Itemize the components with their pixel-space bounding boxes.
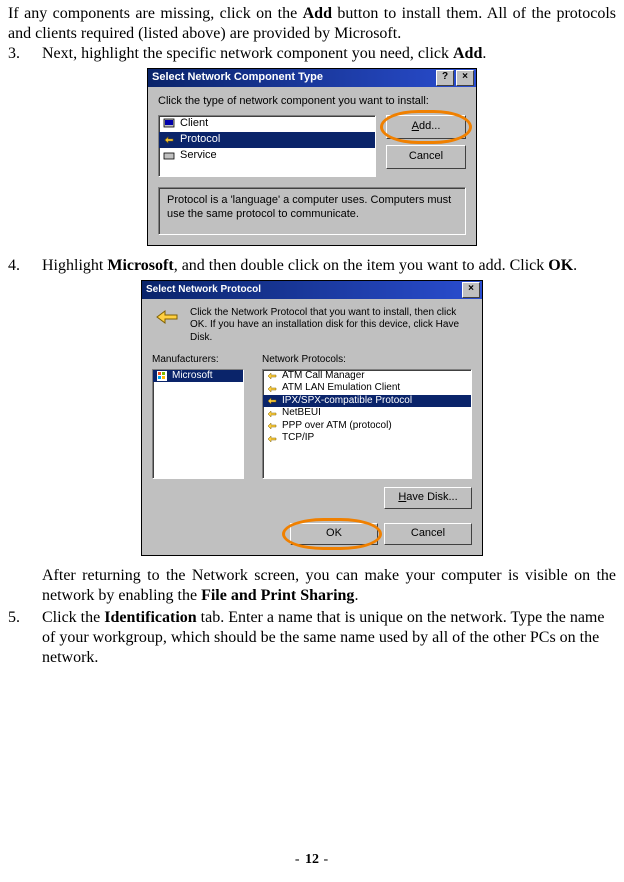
list-item-microsoft[interactable]: Microsoft [153,370,243,383]
list-item-label: ATM Call Manager [282,370,365,383]
close-button[interactable]: × [456,70,474,86]
figure-1: Select Network Component Type ? × Click … [8,68,616,246]
list-item-service-label: Service [180,149,217,163]
protocol-icon [266,433,278,445]
step-4-number: 4. [8,256,42,276]
step-4: 4. Highlight Microsoft, and then double … [8,256,616,276]
protocols-listbox[interactable]: ATM Call Manager ATM LAN Emulation Clien… [262,369,472,479]
list-item-label: ATM LAN Emulation Client [282,382,400,395]
protocol-icon [162,133,176,147]
list-item[interactable]: NetBEUI [263,407,471,420]
list-item-label: IPX/SPX-compatible Protocol [282,395,412,408]
dialog1-title: Select Network Component Type [152,71,434,85]
dialog2-titlebar[interactable]: Select Network Protocol × [142,281,482,299]
cancel-button[interactable]: Cancel [386,145,466,169]
after-text-b: . [354,587,358,604]
list-item-client[interactable]: Client [159,116,375,132]
step-3: 3. Next, highlight the specific network … [8,44,616,64]
add-button[interactable]: Add... [386,115,466,139]
protocol-icon [266,370,278,382]
manufacturers-listbox[interactable]: Microsoft [152,369,244,479]
step-4-text-b: , and then double click on the item you … [174,257,549,274]
figure-2: Select Network Protocol × Click the Netw… [8,280,616,556]
protocols-label: Network Protocols: [262,354,472,367]
dialog-select-network-protocol: Select Network Protocol × Click the Netw… [141,280,483,556]
step-4-text-a: Highlight [42,257,107,274]
list-item[interactable]: ATM Call Manager [263,370,471,383]
step-3-text-a: Next, highlight the specific network com… [42,45,453,62]
page-number-value: 12 [305,852,319,867]
list-item-label: PPP over ATM (protocol) [282,420,392,433]
step-4-ms-bold: Microsoft [107,257,173,274]
dialog1-description: Protocol is a 'language' a computer uses… [158,187,466,235]
service-icon [162,149,176,163]
protocol-icon [266,408,278,420]
dialog1-instruction: Click the type of network component you … [158,95,466,109]
page-dash-r: - [319,852,329,867]
step-5-ident-bold: Identification [104,609,196,626]
dialog2-title: Select Network Protocol [146,284,460,297]
step-3-number: 3. [8,44,42,64]
havedisk-rest: ave Disk... [406,491,457,503]
list-item-microsoft-label: Microsoft [172,370,213,383]
close-button[interactable]: × [462,282,480,298]
step-4-text-c: . [573,257,577,274]
list-item-client-label: Client [180,117,208,131]
cancel-button[interactable]: Cancel [384,523,472,545]
list-item-service[interactable]: Service [159,148,375,164]
component-type-listbox[interactable]: Client Protocol Service [158,115,376,177]
dialog2-instruction: Click the Network Protocol that you want… [190,307,472,345]
intro-add-bold: Add [303,5,332,22]
have-disk-button[interactable]: Have Disk... [384,487,472,509]
vendor-icon [156,370,168,382]
page-dash-l: - [295,852,305,867]
protocol-icon [266,383,278,395]
dialog-select-component-type: Select Network Component Type ? × Click … [147,68,477,246]
step-4-ok-bold: OK [548,257,573,274]
list-item[interactable]: IPX/SPX-compatible Protocol [263,395,471,408]
list-item-protocol[interactable]: Protocol [159,132,375,148]
help-button[interactable]: ? [436,70,454,86]
protocol-icon [266,420,278,432]
list-item[interactable]: TCP/IP [263,432,471,445]
list-item-protocol-label: Protocol [180,133,220,147]
protocol-dialog-icon [152,307,182,337]
after-paragraph: After returning to the Network screen, y… [42,566,616,606]
step-3-text-b: . [482,45,486,62]
list-item-label: TCP/IP [282,432,314,445]
step-5-number: 5. [8,608,42,668]
list-item[interactable]: PPP over ATM (protocol) [263,420,471,433]
list-item-label: NetBEUI [282,407,321,420]
ok-button[interactable]: OK [290,523,378,545]
intro-text-a: If any components are missing, click on … [8,5,303,22]
after-bold: File and Print Sharing [201,587,354,604]
protocol-icon [266,395,278,407]
dialog1-titlebar[interactable]: Select Network Component Type ? × [148,69,476,87]
intro-paragraph: If any components are missing, click on … [8,4,616,44]
page-number: - 12 - [0,851,624,869]
client-icon [162,117,176,131]
step-3-add-bold: Add [453,45,482,62]
list-item[interactable]: ATM LAN Emulation Client [263,382,471,395]
step-5-text-a: Click the [42,609,104,626]
step-5: 5. Click the Identification tab. Enter a… [8,608,616,668]
manufacturers-label: Manufacturers: [152,354,252,367]
